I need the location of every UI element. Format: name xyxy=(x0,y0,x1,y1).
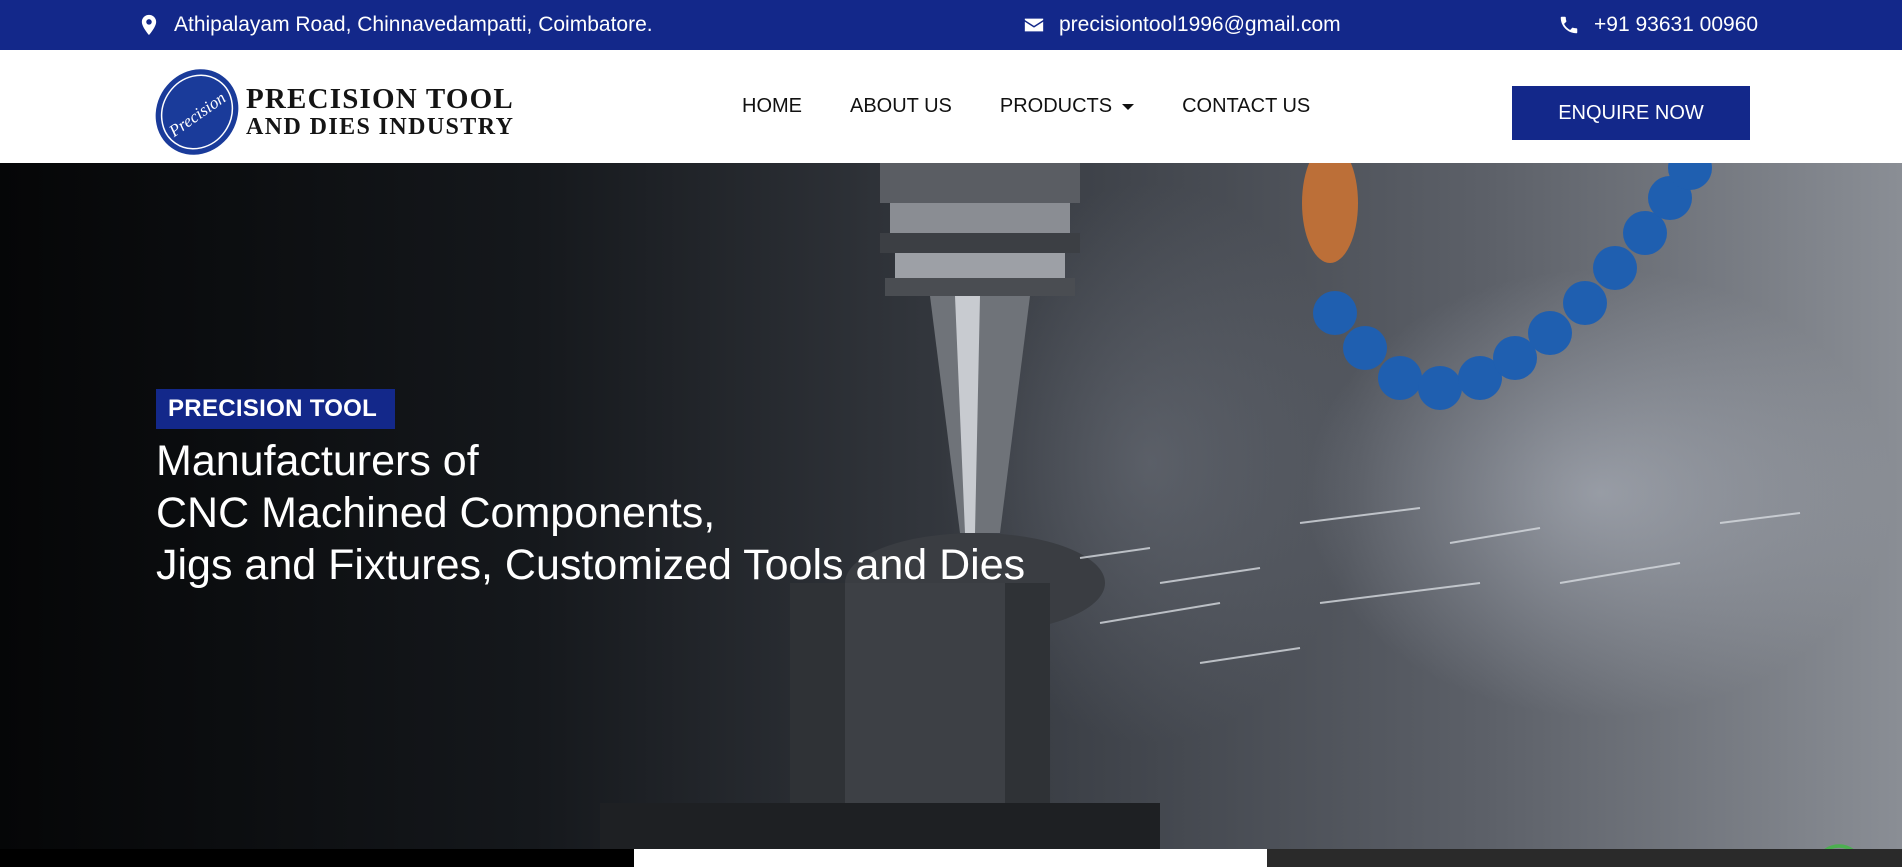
nav-products-label: PRODUCTS xyxy=(999,95,1113,117)
phone-icon xyxy=(1560,16,1578,34)
strip-segment-middle xyxy=(634,849,1267,867)
nav-home[interactable]: HOME xyxy=(742,95,802,118)
site-logo[interactable]: Precision PRECISION TOOL AND DIES INDUST… xyxy=(152,68,514,156)
site-header: Precision PRECISION TOOL AND DIES INDUST… xyxy=(0,50,1902,163)
address-text: Athipalayam Road, Chinnavedampatti, Coim… xyxy=(174,13,653,36)
logo-text: PRECISION TOOL AND DIES INDUSTRY xyxy=(246,84,514,140)
hero-badge: PRECISION TOOL xyxy=(156,389,396,429)
hero-heading-line-2: CNC Machined Components, xyxy=(156,489,716,537)
address-info: Athipalayam Road, Chinnavedampatti, Coim… xyxy=(138,0,653,50)
phone-info[interactable]: +91 93631 00960 xyxy=(1558,0,1758,50)
caret-down-icon xyxy=(1122,103,1135,110)
nav-about-us[interactable]: ABOUT US xyxy=(850,95,952,118)
whatsapp-icon[interactable] xyxy=(1812,842,1866,849)
enquire-now-button[interactable]: ENQUIRE NOW xyxy=(1512,86,1750,140)
email-info[interactable]: precisiontool1996@gmail.com xyxy=(1023,0,1341,50)
strip-segment-left xyxy=(0,849,634,867)
nav-products[interactable]: PRODUCTS xyxy=(999,95,1135,118)
hero-banner: PRECISION TOOL Manufacturers of CNC Mach… xyxy=(0,163,1902,849)
envelope-icon xyxy=(1024,18,1044,32)
phone-link[interactable]: +91 93631 00960 xyxy=(1594,13,1758,37)
strip-segment-right xyxy=(1267,849,1902,867)
logo-line-1: PRECISION TOOL xyxy=(246,83,514,116)
hero-text-block: PRECISION TOOL Manufacturers of CNC Mach… xyxy=(156,389,1025,591)
email-link[interactable]: precisiontool1996@gmail.com xyxy=(1059,13,1341,37)
main-nav: HOME ABOUT US PRODUCTS CONTACT US xyxy=(742,50,1358,163)
map-pin-icon xyxy=(141,14,157,36)
logo-mark-icon: Precision xyxy=(155,69,239,155)
bottom-strip xyxy=(0,849,1902,867)
hero-heading-line-1: Manufacturers of xyxy=(156,437,479,485)
hero-heading-line-3: Jigs and Fixtures, Customized Tools and … xyxy=(156,541,1026,589)
hero-heading: Manufacturers of CNC Machined Components… xyxy=(156,435,1025,591)
nav-contact-us[interactable]: CONTACT US xyxy=(1182,95,1310,118)
logo-line-2: AND DIES INDUSTRY xyxy=(246,113,515,140)
top-info-bar: Athipalayam Road, Chinnavedampatti, Coim… xyxy=(0,0,1902,50)
